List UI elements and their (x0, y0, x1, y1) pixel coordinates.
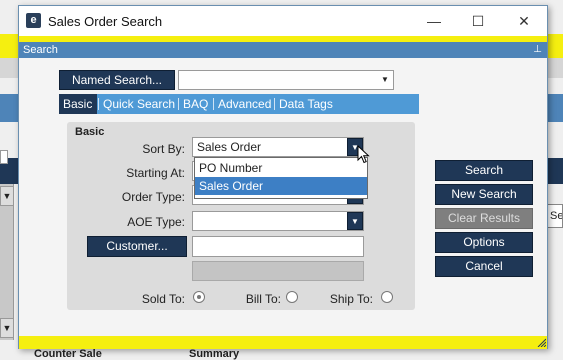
close-button[interactable]: ✕ (502, 6, 546, 36)
sort-option-po-number[interactable]: PO Number (195, 159, 367, 177)
background-search-button[interactable]: Se (547, 204, 563, 228)
maximize-button[interactable]: ☐ (456, 6, 500, 36)
customer-input[interactable] (192, 236, 364, 257)
named-search-dropdown[interactable]: ▼ (178, 70, 394, 90)
aoe-type-label: AOE Type: (127, 215, 185, 229)
ship-to-radio[interactable] (381, 291, 393, 303)
title-bar[interactable]: e Sales Order Search — ☐ ✕ (19, 6, 547, 36)
ship-to-label: Ship To: (329, 292, 373, 306)
window-title: Sales Order Search (48, 14, 163, 29)
sort-by-value: Sales Order (197, 140, 262, 154)
app-logo-icon: e (26, 13, 41, 28)
named-search-button[interactable]: Named Search... (59, 70, 175, 90)
options-button[interactable]: Options (435, 232, 533, 253)
tab-baq[interactable]: BAQ (179, 94, 212, 114)
sort-by-dropdown[interactable]: Sales Order ▼ (192, 137, 364, 157)
tab-data-tags[interactable]: Data Tags (275, 94, 337, 114)
customer-button[interactable]: Customer... (87, 236, 187, 257)
mouse-cursor-icon (357, 145, 370, 164)
background-left-panel (0, 184, 14, 340)
customer-name-display (192, 261, 364, 281)
bill-to-label: Bill To: (245, 292, 281, 306)
search-header: Search ⊥ (19, 42, 547, 58)
minimize-button[interactable]: — (412, 6, 456, 36)
bill-to-radio[interactable] (286, 291, 298, 303)
tab-basic[interactable]: Basic (59, 94, 97, 114)
basic-panel-title: Basic (75, 126, 105, 138)
sort-by-options-list: PO Number Sales Order (194, 157, 368, 199)
chevron-down-icon[interactable]: ▼ (0, 186, 14, 206)
summary-label: Summary (189, 348, 240, 360)
aoe-type-dropdown[interactable]: ▼ (192, 211, 364, 231)
pin-icon[interactable]: ⊥ (533, 42, 542, 58)
counter-sale-label: Counter Sale (34, 348, 102, 360)
clear-results-button[interactable]: Clear Results (435, 208, 533, 229)
sold-to-label: Sold To: (141, 292, 185, 306)
tab-quick-search[interactable]: Quick Search (99, 94, 179, 114)
sold-to-radio[interactable] (193, 291, 205, 303)
chevron-down-icon[interactable]: ▼ (347, 212, 363, 230)
yellow-accent-bar-bottom (19, 336, 547, 349)
background-left-tab[interactable] (0, 150, 8, 164)
sort-by-label: Sort By: (142, 142, 185, 156)
cancel-button[interactable]: Cancel (435, 256, 533, 277)
tab-advanced[interactable]: Advanced (214, 94, 275, 114)
search-tabs: Basic Quick Search BAQ Advanced Data Tag… (59, 94, 419, 114)
new-search-button[interactable]: New Search (435, 184, 533, 205)
chevron-down-icon[interactable]: ▼ (377, 71, 393, 89)
order-type-label: Order Type: (121, 190, 185, 204)
starting-at-label: Starting At: (126, 166, 185, 180)
chevron-down-icon[interactable]: ▼ (0, 318, 14, 338)
sort-option-sales-order[interactable]: Sales Order (195, 177, 367, 195)
search-button[interactable]: Search (435, 160, 533, 181)
search-header-label: Search (23, 44, 58, 56)
resize-grip-icon[interactable] (536, 337, 546, 347)
sales-order-search-dialog: e Sales Order Search — ☐ ✕ Search ⊥ Name… (18, 5, 548, 349)
